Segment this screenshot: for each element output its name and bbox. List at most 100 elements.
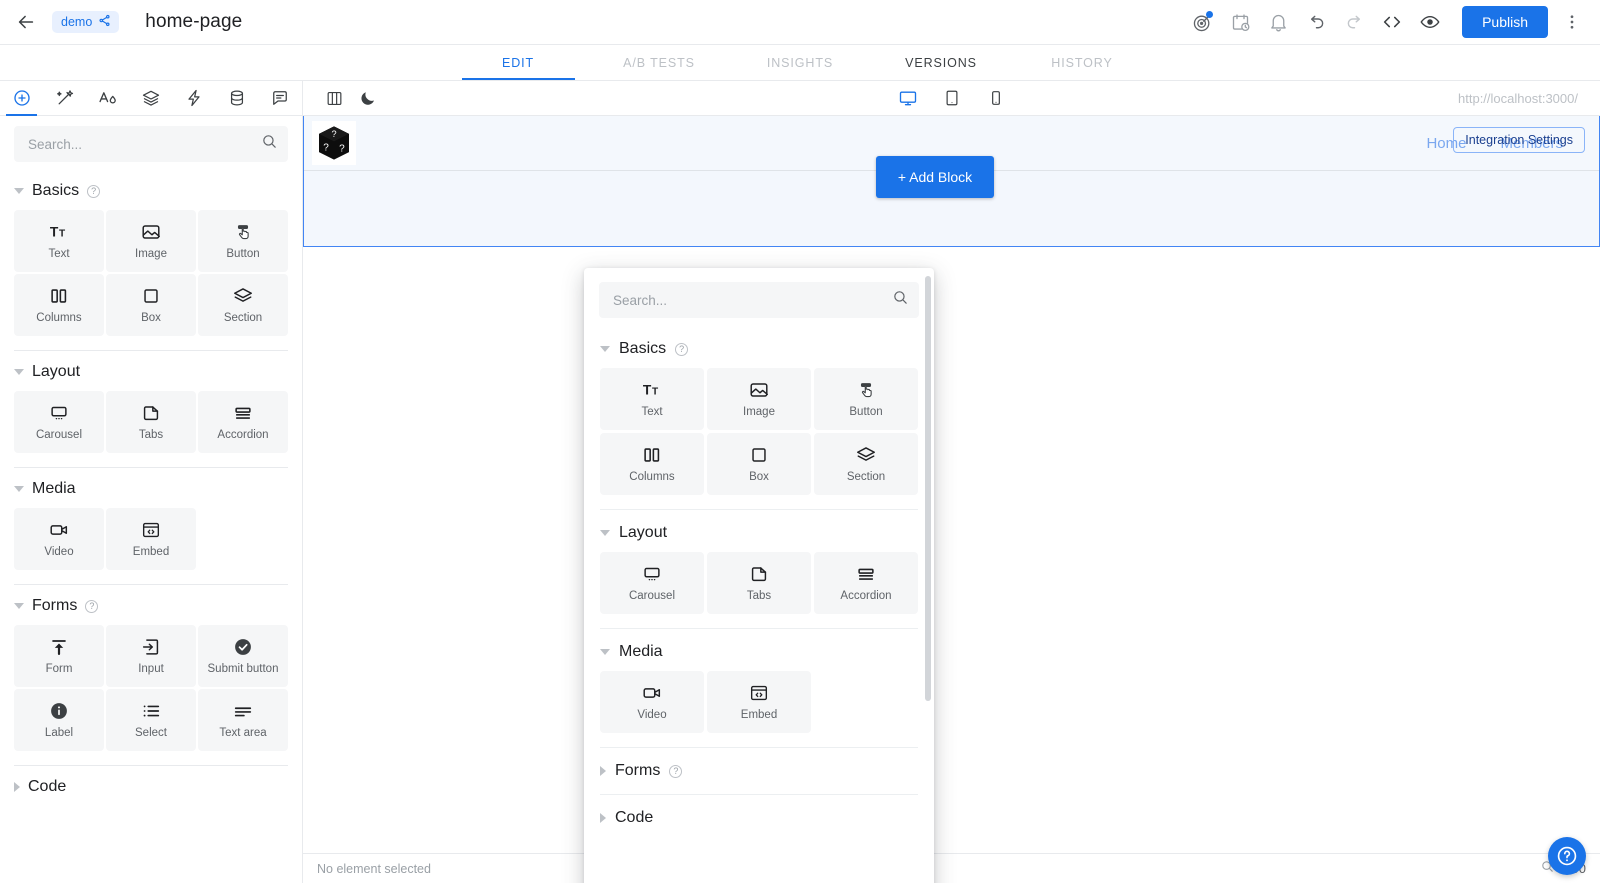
chevron-down-icon[interactable] — [14, 603, 24, 609]
block-tile-video[interactable]: Video — [600, 671, 704, 733]
mobile-icon[interactable] — [979, 83, 1013, 113]
tab-bar: EDIT A/B TESTS INSIGHTS VERSIONS HISTORY — [0, 45, 1600, 81]
preview-url[interactable]: http://localhost:3000/ — [1458, 91, 1586, 106]
block-tile-section[interactable]: Section — [814, 433, 918, 495]
layers-icon[interactable] — [129, 81, 172, 115]
chevron-down-icon[interactable] — [600, 346, 610, 352]
section-header-code[interactable]: Code — [584, 795, 934, 837]
block-tile-label[interactable]: Label — [14, 689, 104, 751]
columns-icon — [641, 444, 663, 466]
block-tile-input[interactable]: Input — [106, 625, 196, 687]
panel-search-box[interactable] — [14, 126, 288, 162]
help-circle-icon[interactable]: ? — [87, 184, 101, 198]
block-tile-carousel[interactable]: Carousel — [600, 552, 704, 614]
comments-icon[interactable] — [259, 81, 302, 115]
help-circle-icon[interactable]: ? — [85, 599, 99, 613]
popover-scrollbar[interactable] — [925, 276, 931, 701]
data-database-icon[interactable] — [216, 81, 259, 115]
publish-button[interactable]: Publish — [1462, 6, 1548, 38]
chevron-down-icon[interactable] — [14, 369, 24, 375]
dark-mode-moon-icon[interactable] — [351, 83, 385, 113]
section-header-forms[interactable]: Forms? — [584, 748, 934, 790]
block-tile-text[interactable]: T T Text — [14, 210, 104, 272]
block-tile-box[interactable]: Box — [707, 433, 811, 495]
more-vertical-icon[interactable] — [1554, 4, 1590, 40]
chevron-down-icon[interactable] — [14, 188, 24, 194]
block-tile-section[interactable]: Section — [198, 274, 288, 336]
search-icon[interactable] — [892, 289, 909, 311]
help-fab-button[interactable] — [1548, 837, 1586, 875]
preview-eye-icon[interactable] — [1412, 4, 1448, 40]
popover-search-box[interactable] — [599, 282, 919, 318]
typography-icon[interactable] — [86, 81, 129, 115]
block-tile-text[interactable]: T T Text — [600, 368, 704, 430]
chevron-down-icon[interactable] — [14, 486, 24, 492]
search-input[interactable] — [28, 136, 261, 152]
block-tile-embed[interactable]: Embed — [106, 508, 196, 570]
section-header-media[interactable]: Media — [0, 468, 302, 508]
help-circle-icon[interactable]: ? — [669, 764, 683, 778]
add-block-icon[interactable] — [0, 81, 43, 116]
section-header-media[interactable]: Media — [584, 629, 934, 671]
block-tile-button[interactable]: Button — [814, 368, 918, 430]
chevron-down-icon[interactable] — [600, 649, 610, 655]
schedule-calendar-icon[interactable] — [1222, 4, 1258, 40]
block-tile-label: Box — [749, 470, 769, 483]
block-tile-button[interactable]: Button — [198, 210, 288, 272]
columns-layout-icon[interactable] — [317, 83, 351, 113]
section-header-forms[interactable]: Forms? — [0, 585, 302, 625]
section-title: Basics — [619, 340, 667, 357]
search-icon[interactable] — [261, 133, 278, 155]
chevron-down-icon[interactable] — [600, 530, 610, 536]
popover-search-input[interactable] — [613, 292, 892, 308]
tab-insights[interactable]: INSIGHTS — [730, 45, 871, 80]
section-header-layout[interactable]: Layout — [584, 510, 934, 552]
block-tile-box[interactable]: Box — [106, 274, 196, 336]
tab-versions[interactable]: VERSIONS — [871, 45, 1012, 80]
select-list-icon — [140, 700, 162, 722]
tab-history[interactable]: HISTORY — [1012, 45, 1153, 80]
tab-a-b-tests[interactable]: A/B TESTS — [589, 45, 730, 80]
block-tile-video[interactable]: Video — [14, 508, 104, 570]
block-tile-tabs[interactable]: Tabs — [106, 391, 196, 453]
block-tile-tabs[interactable]: Tabs — [707, 552, 811, 614]
tab-edit[interactable]: EDIT — [448, 45, 589, 80]
magic-wand-icon[interactable] — [43, 81, 86, 115]
block-tile-embed[interactable]: Embed — [707, 671, 811, 733]
code-icon[interactable] — [1374, 4, 1410, 40]
block-tile-carousel[interactable]: Carousel — [14, 391, 104, 453]
chevron-right-icon[interactable] — [14, 782, 20, 792]
block-tile-accordion[interactable]: Accordion — [814, 552, 918, 614]
app-root: demo home-page Publish EDIT A/B TESTS IN… — [0, 0, 1600, 883]
undo-icon[interactable] — [1298, 4, 1334, 40]
block-tile-submit-button[interactable]: Submit button — [198, 625, 288, 687]
tablet-icon[interactable] — [935, 83, 969, 113]
interactions-bolt-icon[interactable] — [173, 81, 216, 115]
integration-settings-tooltip[interactable]: Integration Settings — [1453, 127, 1585, 153]
back-arrow-icon[interactable] — [6, 2, 46, 42]
section-header-basics[interactable]: Basics? — [0, 170, 302, 210]
chevron-right-icon[interactable] — [600, 813, 606, 823]
help-circle-icon[interactable]: ? — [675, 342, 689, 356]
block-tiles: Video Embed — [584, 671, 934, 743]
add-block-button[interactable]: + Add Block — [876, 156, 994, 198]
goals-target-icon[interactable] — [1184, 4, 1220, 40]
section-header-layout[interactable]: Layout — [0, 351, 302, 391]
project-badge[interactable]: demo — [52, 11, 120, 33]
notifications-bell-icon[interactable] — [1260, 4, 1296, 40]
block-tile-select[interactable]: Select — [106, 689, 196, 751]
block-tile-columns[interactable]: Columns — [14, 274, 104, 336]
block-tile-form[interactable]: Form — [14, 625, 104, 687]
box-icon — [748, 444, 770, 466]
block-tile-image[interactable]: Image — [707, 368, 811, 430]
block-tile-accordion[interactable]: Accordion — [198, 391, 288, 453]
block-tile-image[interactable]: Image — [106, 210, 196, 272]
redo-icon[interactable] — [1336, 4, 1372, 40]
chevron-right-icon[interactable] — [600, 766, 606, 776]
section-header-basics[interactable]: Basics? — [584, 326, 934, 368]
section-header-code[interactable]: Code — [0, 766, 302, 806]
block-tile-text-area[interactable]: Text area — [198, 689, 288, 751]
block-tile-columns[interactable]: Columns — [600, 433, 704, 495]
block-tile-label: Embed — [132, 545, 170, 558]
desktop-icon[interactable] — [891, 83, 925, 113]
